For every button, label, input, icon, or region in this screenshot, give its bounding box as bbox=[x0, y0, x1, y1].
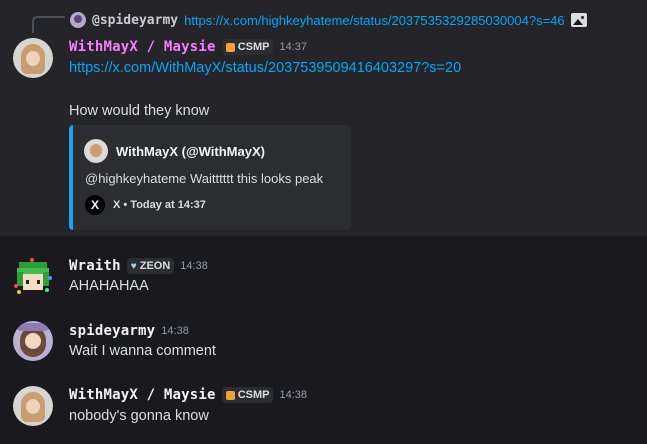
embed-author[interactable]: WithMayX (@WithMayX) bbox=[116, 144, 265, 159]
avatar[interactable] bbox=[13, 386, 53, 426]
link-embed[interactable]: WithMayX (@WithMayX) @highkeyhateme Wait… bbox=[69, 125, 351, 230]
tag-icon bbox=[225, 42, 235, 52]
author-name[interactable]: Wraith bbox=[69, 258, 121, 274]
avatar[interactable] bbox=[11, 256, 55, 300]
server-tag[interactable]: CSMP bbox=[221, 387, 274, 403]
message-text: nobody's gonna know bbox=[69, 408, 209, 424]
image-icon bbox=[570, 13, 587, 27]
timestamp[interactable]: 14:37 bbox=[279, 41, 307, 53]
timestamp[interactable]: 14:38 bbox=[161, 325, 189, 337]
reply-username[interactable]: @spideyarmy bbox=[92, 13, 178, 28]
reply-link[interactable]: https://x.com/highkeyhateme/status/20375… bbox=[184, 13, 565, 28]
message-text: How would they know bbox=[69, 103, 210, 119]
server-tag[interactable]: ♥ ZEON bbox=[126, 258, 175, 274]
reply-spine bbox=[32, 16, 65, 33]
timestamp[interactable]: 14:38 bbox=[279, 389, 307, 401]
reply-avatar bbox=[70, 12, 86, 28]
message-text: Wait I wanna comment bbox=[69, 343, 216, 359]
message-link[interactable]: https://x.com/WithMayX/status/2037539509… bbox=[69, 60, 461, 76]
embed-footer: X • Today at 14:37 bbox=[113, 199, 206, 211]
tag-icon bbox=[225, 390, 235, 400]
x-logo-icon: X bbox=[85, 195, 105, 215]
avatar[interactable] bbox=[13, 321, 53, 361]
server-tag[interactable]: CSMP bbox=[221, 39, 274, 55]
avatar[interactable] bbox=[13, 38, 53, 78]
timestamp[interactable]: 14:38 bbox=[180, 260, 208, 272]
heart-icon: ♥ bbox=[130, 260, 137, 272]
author-name[interactable]: spideyarmy bbox=[69, 323, 155, 339]
author-name[interactable]: WithMayX / Maysie bbox=[69, 39, 216, 55]
embed-description: @highkeyhateme Waitttttt this looks peak bbox=[85, 171, 324, 186]
author-name[interactable]: WithMayX / Maysie bbox=[69, 387, 216, 403]
reply-bar[interactable]: @spideyarmy https://x.com/highkeyhateme/… bbox=[70, 10, 587, 30]
message-text: AHAHAHAA bbox=[69, 278, 149, 294]
embed-author-avatar bbox=[84, 139, 108, 163]
